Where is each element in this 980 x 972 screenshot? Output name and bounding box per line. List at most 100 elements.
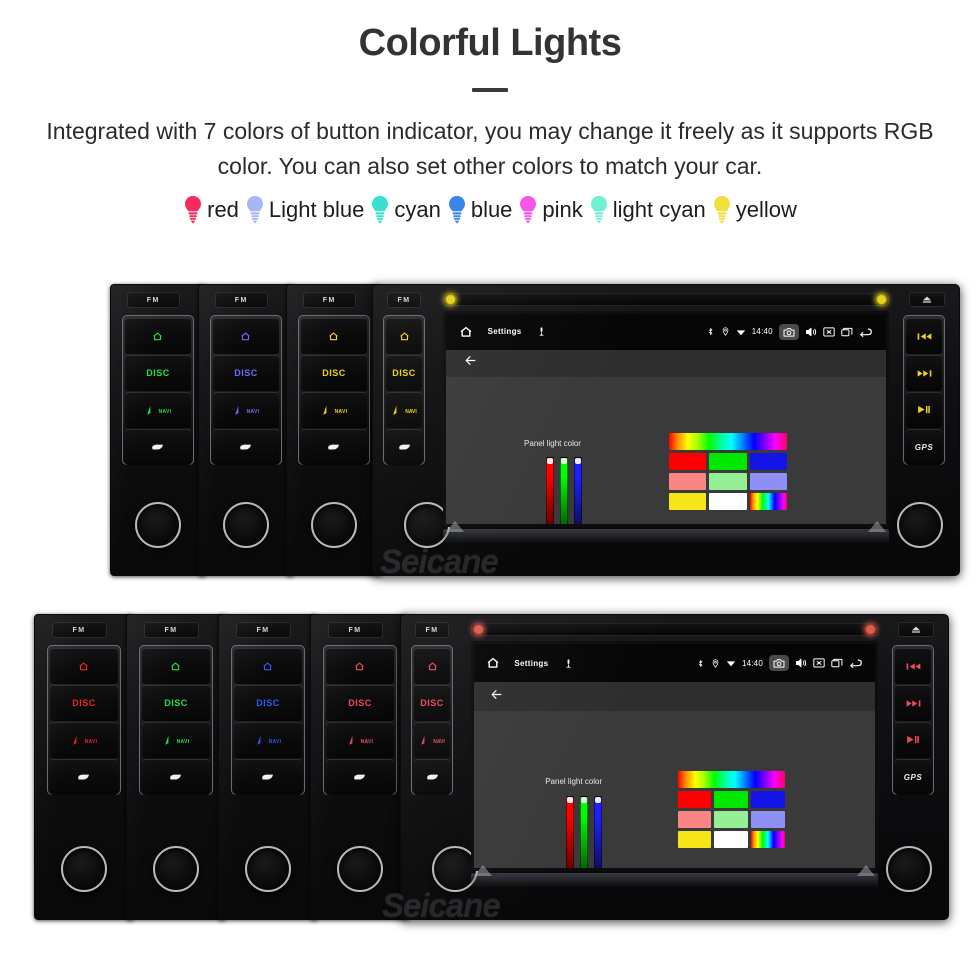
disc-button[interactable]: DISC — [386, 355, 422, 391]
blue-slider[interactable] — [593, 796, 602, 868]
blue-slider[interactable] — [574, 456, 583, 524]
play-pause-button[interactable] — [906, 392, 942, 428]
swatch-rainbow[interactable] — [749, 493, 788, 511]
sd-button[interactable] — [386, 429, 422, 465]
green-slider[interactable] — [579, 796, 588, 868]
close-box-icon[interactable] — [813, 658, 825, 668]
microphone-icon[interactable] — [563, 658, 574, 669]
sd-button[interactable] — [233, 759, 303, 795]
back-arrow-icon[interactable] — [859, 327, 873, 337]
swatch-light-green[interactable] — [709, 473, 747, 491]
disc-button[interactable]: DISC — [301, 355, 367, 391]
volume-icon[interactable] — [805, 326, 817, 338]
previous-track-button[interactable] — [895, 648, 931, 684]
android-touchscreen[interactable]: Settings 14:40 Panel light color — [443, 311, 889, 527]
volume-knob[interactable] — [311, 502, 357, 548]
navi-button[interactable]: NAVI — [141, 722, 211, 758]
back-arrow-icon[interactable] — [490, 688, 503, 706]
volume-knob[interactable] — [135, 502, 181, 548]
home-icon[interactable] — [486, 656, 500, 670]
home-button[interactable] — [233, 648, 303, 684]
swatch-yellow[interactable] — [677, 830, 712, 848]
sd-button[interactable] — [49, 759, 119, 795]
swatch-periwinkle[interactable] — [751, 810, 786, 828]
home-button[interactable] — [125, 318, 191, 354]
next-track-button[interactable] — [906, 355, 942, 391]
swatch-white[interactable] — [709, 493, 747, 511]
camera-icon[interactable] — [778, 323, 799, 340]
home-button[interactable] — [301, 318, 367, 354]
swatch-green[interactable] — [709, 453, 747, 471]
disc-button[interactable]: DISC — [125, 355, 191, 391]
sd-button[interactable] — [301, 429, 367, 465]
home-button[interactable] — [325, 648, 395, 684]
swatch-salmon[interactable] — [669, 473, 707, 491]
disc-button[interactable]: DISC — [325, 685, 395, 721]
back-arrow-icon[interactable] — [464, 354, 477, 372]
slider-thumb[interactable] — [566, 797, 573, 804]
android-touchscreen[interactable]: Settings 14:40 Panel light color — [471, 641, 878, 871]
swatch-red[interactable] — [677, 790, 712, 808]
swatch-blue[interactable] — [751, 790, 786, 808]
disc-button[interactable]: DISC — [141, 685, 211, 721]
disc-button[interactable]: DISC — [414, 685, 450, 721]
swatch-salmon[interactable] — [677, 810, 712, 828]
camera-icon[interactable] — [768, 654, 789, 672]
play-pause-button[interactable] — [895, 722, 931, 758]
sd-button[interactable] — [213, 429, 279, 465]
sd-button[interactable] — [141, 759, 211, 795]
swatch-periwinkle[interactable] — [749, 473, 788, 491]
swatch-white[interactable] — [714, 830, 749, 848]
volume-icon[interactable] — [795, 657, 807, 669]
sd-button[interactable] — [125, 429, 191, 465]
navi-button[interactable]: NAVI — [325, 722, 395, 758]
volume-knob[interactable] — [886, 846, 932, 892]
eject-button[interactable] — [909, 292, 945, 307]
navi-button[interactable]: NAVI — [125, 392, 191, 428]
recents-icon[interactable] — [841, 327, 853, 337]
home-button[interactable] — [386, 318, 422, 354]
slider-thumb[interactable] — [594, 797, 601, 804]
swatch-yellow[interactable] — [669, 493, 707, 511]
swatch-light-green[interactable] — [714, 810, 749, 828]
home-button[interactable] — [414, 648, 450, 684]
disc-button[interactable]: DISC — [49, 685, 119, 721]
swatch-red[interactable] — [669, 453, 707, 471]
volume-knob[interactable] — [337, 846, 383, 892]
volume-knob[interactable] — [897, 502, 943, 548]
sd-button[interactable] — [414, 759, 450, 795]
navi-button[interactable]: NAVI — [301, 392, 367, 428]
home-button[interactable] — [49, 648, 119, 684]
navi-button[interactable]: NAVI — [386, 392, 422, 428]
disc-button[interactable]: DISC — [213, 355, 279, 391]
green-slider[interactable] — [560, 456, 569, 524]
close-box-icon[interactable] — [823, 327, 835, 337]
slider-thumb[interactable] — [575, 457, 582, 464]
microphone-icon[interactable] — [536, 326, 547, 337]
previous-track-button[interactable] — [906, 318, 942, 354]
swatch-rainbow[interactable] — [751, 830, 786, 848]
gps-button[interactable]: GPS — [906, 429, 942, 465]
volume-knob[interactable] — [245, 846, 291, 892]
sd-button[interactable] — [325, 759, 395, 795]
navi-button[interactable]: NAVI — [233, 722, 303, 758]
volume-knob[interactable] — [153, 846, 199, 892]
swatch-blue[interactable] — [749, 453, 788, 471]
home-button[interactable] — [213, 318, 279, 354]
red-slider[interactable] — [565, 796, 574, 868]
navi-button[interactable]: NAVI — [213, 392, 279, 428]
navi-button[interactable]: NAVI — [49, 722, 119, 758]
home-icon[interactable] — [459, 325, 473, 339]
gps-button[interactable]: GPS — [895, 759, 931, 795]
next-track-button[interactable] — [895, 685, 931, 721]
navi-button[interactable]: NAVI — [414, 722, 450, 758]
swatch-green[interactable] — [714, 790, 749, 808]
slider-thumb[interactable] — [561, 457, 568, 464]
spectrum-gradient-bar[interactable] — [677, 770, 786, 788]
red-slider[interactable] — [546, 456, 555, 524]
slider-thumb[interactable] — [580, 797, 587, 804]
home-button[interactable] — [141, 648, 211, 684]
slider-thumb[interactable] — [547, 457, 554, 464]
eject-button[interactable] — [898, 622, 934, 637]
recents-icon[interactable] — [831, 658, 843, 668]
